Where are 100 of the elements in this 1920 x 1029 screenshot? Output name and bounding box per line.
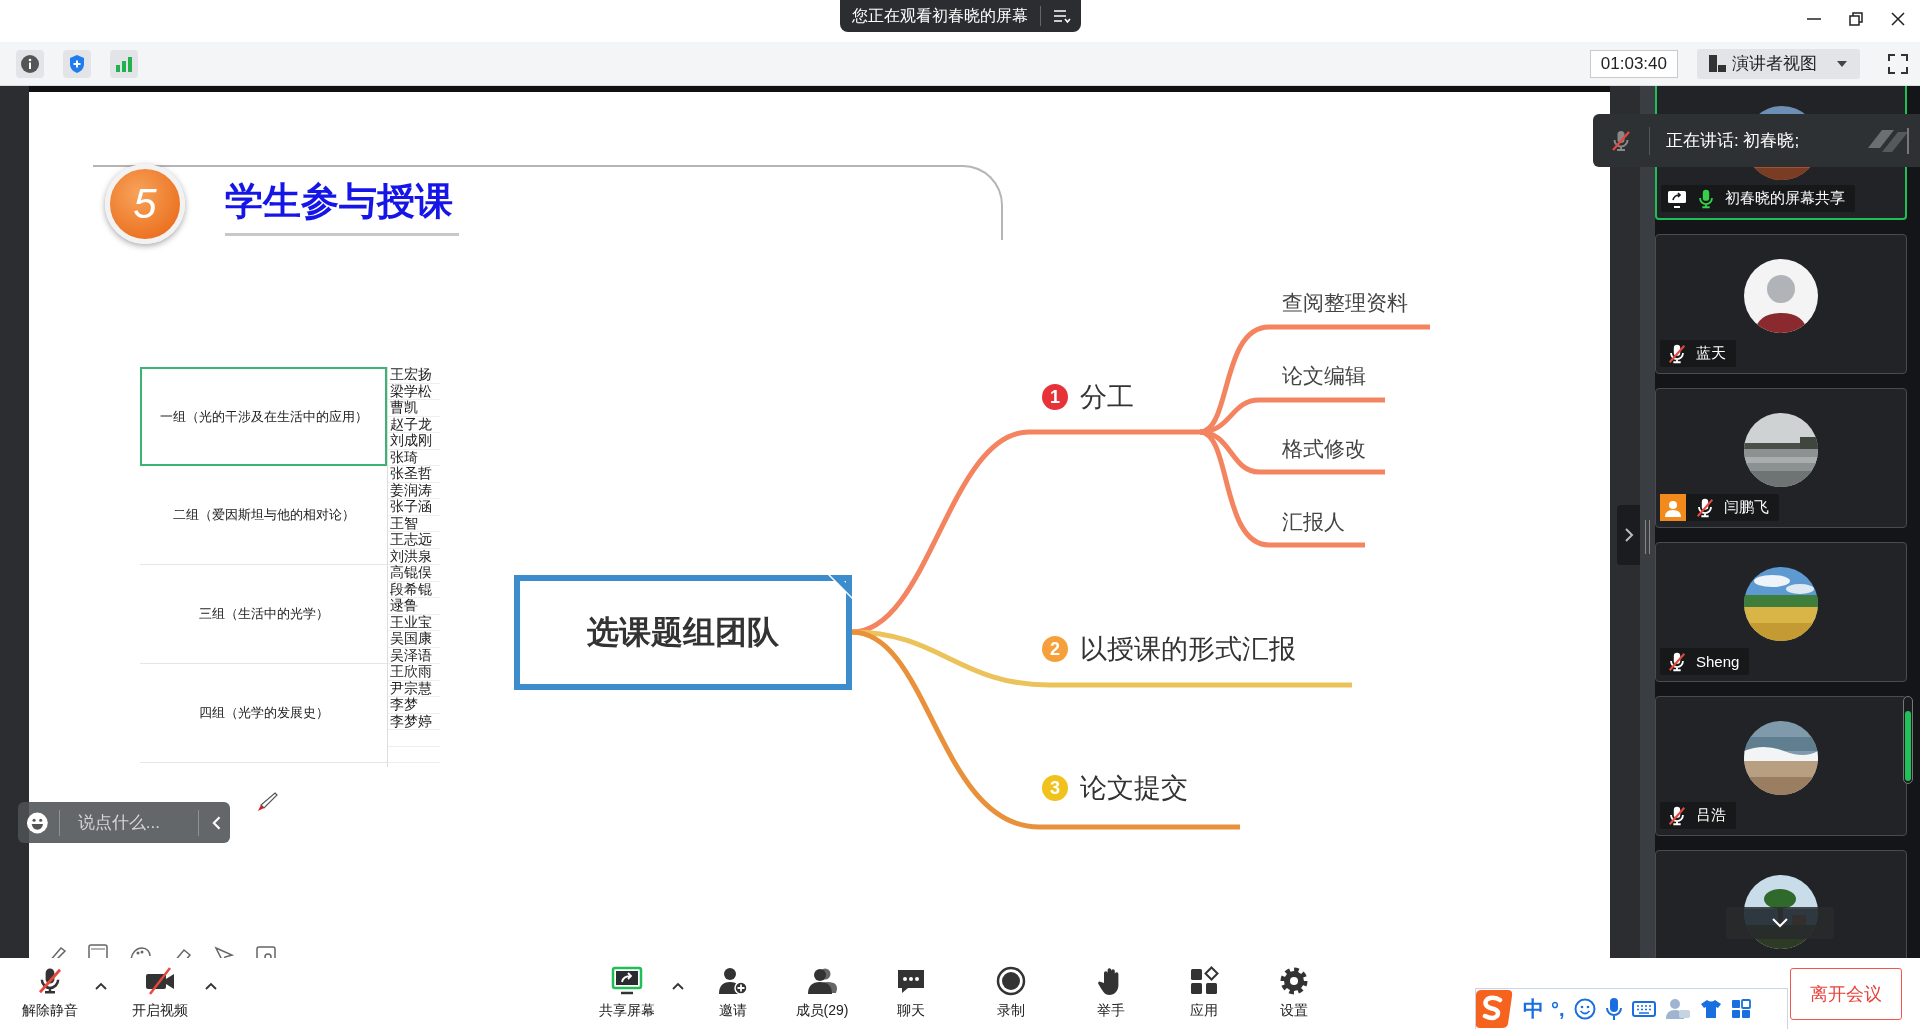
record-icon <box>996 966 1026 996</box>
table-cell: 赵子龙 <box>388 416 440 433</box>
number-badge: 2 <box>1042 636 1068 662</box>
frame-icon[interactable] <box>87 944 109 958</box>
share-screen-icon <box>611 966 643 996</box>
table-cell: 姜润涛 <box>388 482 440 499</box>
settings-icon <box>1279 966 1309 996</box>
node-label: 查阅整理资料 <box>1282 290 1408 316</box>
table-cell: 王志远 <box>388 532 440 549</box>
toolbar-button[interactable]: 邀请 <box>693 958 773 1020</box>
table-cell: 张子涵 <box>388 499 440 516</box>
toolbar-button[interactable]: 应用 <box>1164 958 1244 1020</box>
mic-muted-icon <box>1609 128 1633 153</box>
branch-label: 以授课的形式汇报 <box>1080 633 1296 666</box>
chat-input[interactable]: 说点什么... <box>59 812 188 833</box>
meeting-timer: 01:03:40 <box>1589 49 1678 78</box>
toolbar-button[interactable]: 聊天 <box>871 958 951 1020</box>
table-cell: 逯鲁 <box>388 598 440 615</box>
table-cell: 段希锟 <box>388 581 440 598</box>
punctuation-toggle[interactable]: °, <box>1551 997 1565 1021</box>
table-cell: 张琦 <box>388 449 440 466</box>
table-cell: 吴泽语 <box>388 647 440 664</box>
caret-icon <box>1837 60 1847 67</box>
toolbar-button[interactable]: 录制 <box>971 958 1051 1020</box>
node-label: 汇报人 <box>1282 509 1345 535</box>
grid-icon[interactable] <box>1730 999 1751 1019</box>
toolbar-button[interactable]: 成员(29) <box>782 958 862 1020</box>
table-cell: 王业宝 <box>388 614 440 631</box>
table-cell: 刘成刚 <box>388 433 440 450</box>
node-label: 论文编辑 <box>1282 363 1366 389</box>
toolbar-button[interactable]: 开启视频 <box>120 958 200 1020</box>
table-cell: 尹宗慧 <box>388 680 440 697</box>
chat-bar[interactable]: 说点什么... <box>18 802 230 843</box>
input-mode-toggle[interactable]: 中 <box>1523 995 1544 1023</box>
number-badge: 1 <box>1042 384 1068 410</box>
table-cell[interactable]: 一组（光的干涉及在生活中的应用） <box>140 367 387 466</box>
menu-icon[interactable] <box>1052 8 1071 24</box>
keyboard-icon[interactable] <box>1631 1000 1656 1018</box>
leave-meeting-button[interactable]: 离开会议 <box>1790 968 1902 1020</box>
sharing-notice: 您正在观看初春晓的屏幕 <box>851 5 1028 26</box>
shirt-icon[interactable] <box>1699 999 1722 1019</box>
video-tile[interactable]: 吕浩 <box>1655 696 1907 836</box>
speaking-notice: 正在讲话: 初春晓; <box>1666 130 1800 152</box>
participant-name: Sheng <box>1696 653 1740 670</box>
table-cell[interactable]: 二组（爱因斯坦与他的相对论） <box>140 466 387 565</box>
collapse-button[interactable] <box>1617 505 1640 565</box>
chevron-right-icon <box>1623 527 1634 543</box>
pointer-icon[interactable] <box>213 944 235 958</box>
slide-title: 学生参与授课 <box>225 171 459 236</box>
camera-off-icon <box>144 966 176 996</box>
fullscreen-icon[interactable] <box>1888 53 1908 74</box>
table-cell: 刘洪泉 <box>388 548 440 565</box>
emoji-icon[interactable] <box>1573 998 1596 1020</box>
video-tile[interactable]: Sheng <box>1655 542 1907 682</box>
table-cell: 梁学松 <box>388 383 440 400</box>
table-cell: 李梦婷 <box>388 713 440 730</box>
add-user-icon <box>718 966 748 996</box>
video-tile[interactable] <box>1655 850 1907 958</box>
table-cell: 李梦 <box>388 697 440 714</box>
close-icon[interactable] <box>1890 11 1906 27</box>
table-cell[interactable]: 四组（光学的发展史） <box>140 664 387 763</box>
layout-icon <box>1709 55 1726 72</box>
emoji-icon[interactable] <box>26 810 49 835</box>
table-cell: 吴国康 <box>388 631 440 648</box>
branch-label: 分工 <box>1080 381 1134 414</box>
number-badge: 3 <box>1042 775 1068 801</box>
info-icon[interactable] <box>16 49 44 78</box>
apps-icon <box>1189 966 1219 996</box>
root-node: 选课题组团队 <box>514 575 852 690</box>
section-number: 5 <box>105 163 185 244</box>
chevron-down-icon <box>1772 918 1788 928</box>
table-cell: 王宏扬 <box>388 367 440 384</box>
page-corner-icon <box>828 575 852 599</box>
view-mode-dropdown[interactable]: 演讲者视图 <box>1697 48 1860 79</box>
table-cell: 张圣哲 <box>388 466 440 483</box>
node-label: 格式修改 <box>1282 436 1366 462</box>
video-tile[interactable]: 闫鹏飞 <box>1655 388 1907 528</box>
participant-name: 吕浩 <box>1696 806 1726 825</box>
restore-icon[interactable] <box>1848 11 1864 27</box>
table-cell: 高锟俣 <box>388 565 440 582</box>
table-cell: 王欣雨 <box>388 664 440 681</box>
participant-name: 初春晓的屏幕共享 <box>1725 189 1845 208</box>
toolbar-button[interactable]: 解除静音 <box>10 958 90 1020</box>
toolbar-button[interactable]: 共享屏幕 <box>587 958 667 1020</box>
table-cell: 王智 <box>388 515 440 532</box>
participant-name: 闫鹏飞 <box>1724 498 1769 517</box>
participant-name: 蓝天 <box>1696 344 1726 363</box>
scrollbar[interactable] <box>1903 696 1913 784</box>
video-tile[interactable]: 蓝天 <box>1655 234 1907 374</box>
collapse-chat-icon[interactable] <box>210 814 222 831</box>
table-cell: 曹凯 <box>388 400 440 417</box>
toolbar-button[interactable]: 举手 <box>1071 958 1151 1020</box>
branch-label: 论文提交 <box>1080 772 1188 805</box>
signal-icon[interactable] <box>110 49 138 78</box>
members-icon <box>807 966 837 996</box>
table-cell[interactable]: 三组（生活中的光学） <box>140 565 387 664</box>
resize-handle[interactable] <box>1645 520 1650 554</box>
shield-icon[interactable] <box>63 49 91 78</box>
microphone-icon[interactable] <box>1604 997 1623 1021</box>
toolbar-button[interactable]: 设置 <box>1254 958 1334 1020</box>
